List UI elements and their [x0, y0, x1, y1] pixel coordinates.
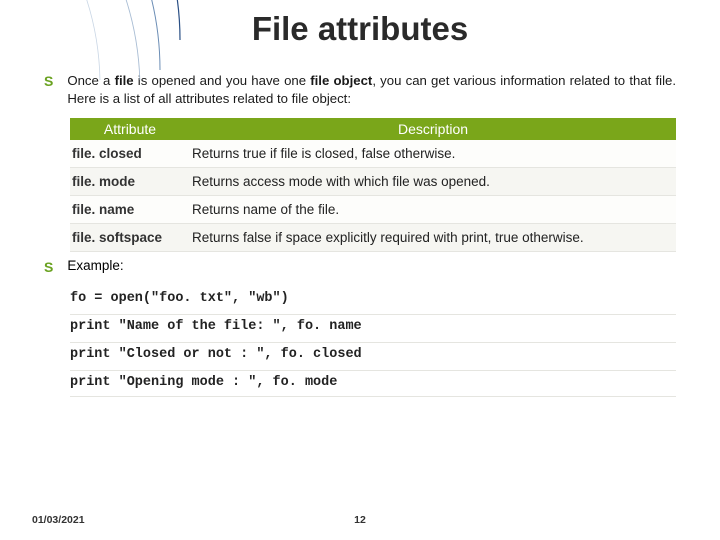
example-label: Example:	[67, 258, 123, 273]
desc-cell: Returns access mode with which file was …	[190, 168, 676, 196]
bullet-icon: S	[44, 72, 53, 108]
attr-cell: file. mode	[70, 168, 190, 196]
footer-page-number: 12	[354, 514, 366, 526]
footer-date: 01/03/2021	[32, 514, 85, 526]
desc-cell: Returns name of the file.	[190, 196, 676, 224]
intro-text: Once a file is opened and you have one f…	[67, 72, 676, 108]
attr-cell: file. closed	[70, 140, 190, 168]
code-line: print "Opening mode : ", fo. mode	[70, 371, 676, 397]
slide-content: S Once a file is opened and you have one…	[0, 48, 720, 397]
attributes-table: Attribute Description file. closedReturn…	[70, 118, 676, 252]
intro-bullet: S Once a file is opened and you have one…	[44, 72, 676, 108]
code-line: fo = open("foo. txt", "wb")	[70, 287, 676, 315]
table-row: file. closedReturns true if file is clos…	[70, 140, 676, 168]
slide-footer: 01/03/2021 12	[0, 514, 720, 526]
table-row: file. modeReturns access mode with which…	[70, 168, 676, 196]
table-header-description: Description	[190, 118, 676, 140]
slide-title: File attributes	[0, 0, 720, 48]
desc-cell: Returns false if space explicitly requir…	[190, 224, 676, 252]
table-row: file. softspaceReturns false if space ex…	[70, 224, 676, 252]
code-block: fo = open("foo. txt", "wb")print "Name o…	[70, 287, 676, 397]
code-line: print "Name of the file: ", fo. name	[70, 315, 676, 343]
desc-cell: Returns true if file is closed, false ot…	[190, 140, 676, 168]
table-row: file. nameReturns name of the file.	[70, 196, 676, 224]
attr-cell: file. name	[70, 196, 190, 224]
example-bullet: S Example:	[44, 258, 676, 277]
table-header-attribute: Attribute	[70, 118, 190, 140]
code-line: print "Closed or not : ", fo. closed	[70, 343, 676, 371]
attr-cell: file. softspace	[70, 224, 190, 252]
bullet-icon: S	[44, 258, 53, 277]
